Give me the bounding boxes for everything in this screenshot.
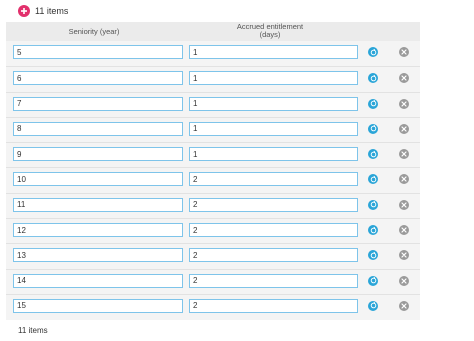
entitlement-days-input[interactable]	[189, 147, 358, 162]
edit-icon[interactable]	[368, 300, 378, 311]
table-row	[6, 142, 420, 167]
delete-icon[interactable]	[399, 123, 409, 134]
table-row	[6, 91, 420, 117]
entitlement-days-input[interactable]	[189, 298, 358, 313]
edit-glyph-icon	[370, 150, 376, 157]
item-count-bottom: 11 items	[18, 326, 48, 335]
close-glyph-icon	[401, 202, 407, 208]
edit-glyph-icon	[370, 74, 376, 82]
page: 11 items Seniority (year) Accrued entitl…	[0, 0, 474, 341]
close-glyph-icon	[401, 303, 407, 309]
edit-glyph-icon	[370, 201, 376, 208]
seniority-input[interactable]	[13, 121, 183, 136]
column-header-entitlement-sublabel: (days)	[259, 30, 281, 39]
entitlement-days-input[interactable]	[189, 248, 358, 263]
delete-icon[interactable]	[399, 199, 409, 210]
table-row	[6, 41, 420, 66]
table-row	[6, 268, 420, 294]
seniority-input[interactable]	[13, 223, 183, 238]
edit-icon[interactable]	[368, 123, 378, 134]
close-glyph-icon	[401, 100, 407, 107]
edit-icon[interactable]	[368, 47, 378, 57]
seniority-input[interactable]	[13, 172, 183, 187]
table-row	[6, 116, 420, 142]
item-count-top: 11 items	[35, 6, 69, 16]
column-header-seniority: Seniority (year)	[68, 27, 120, 36]
seniority-input[interactable]	[13, 273, 183, 288]
edit-glyph-icon	[370, 100, 376, 107]
toolbar: 11 items	[6, 0, 420, 22]
edit-glyph-icon	[370, 251, 376, 259]
edit-glyph-icon	[370, 277, 376, 284]
entitlement-days-input[interactable]	[189, 172, 358, 187]
edit-glyph-icon	[370, 302, 376, 309]
seniority-input[interactable]	[13, 96, 183, 111]
delete-icon[interactable]	[399, 250, 409, 261]
entitlement-days-input[interactable]	[189, 223, 358, 238]
close-glyph-icon	[401, 151, 407, 157]
close-glyph-icon	[401, 176, 407, 183]
entitlement-days-input[interactable]	[189, 71, 358, 86]
entitlement-days-input[interactable]	[189, 121, 358, 136]
close-glyph-icon	[401, 278, 407, 284]
delete-icon[interactable]	[399, 47, 409, 57]
delete-icon[interactable]	[399, 73, 409, 84]
seniority-input[interactable]	[13, 45, 183, 59]
close-glyph-icon	[401, 126, 407, 132]
edit-icon[interactable]	[368, 275, 378, 286]
close-glyph-icon	[401, 49, 407, 55]
delete-icon[interactable]	[399, 174, 409, 185]
column-header-entitlement: Accrued entitlement (days)	[188, 23, 352, 39]
edit-glyph-icon	[370, 175, 376, 183]
table-row	[6, 66, 420, 91]
edit-icon[interactable]	[368, 225, 378, 236]
table-row	[6, 243, 420, 268]
edit-icon[interactable]	[368, 250, 378, 261]
entitlement-days-input[interactable]	[189, 273, 358, 288]
table-row	[6, 192, 420, 218]
edit-icon[interactable]	[368, 174, 378, 185]
delete-icon[interactable]	[399, 98, 409, 109]
table-row	[6, 218, 420, 243]
edit-icon[interactable]	[368, 199, 378, 210]
table-body	[6, 41, 420, 319]
edit-glyph-icon	[370, 226, 376, 233]
entitlement-panel: 11 items Seniority (year) Accrued entitl…	[6, 0, 420, 341]
edit-icon[interactable]	[368, 73, 378, 84]
seniority-input[interactable]	[13, 248, 183, 263]
edit-glyph-icon	[370, 125, 376, 132]
close-glyph-icon	[401, 252, 407, 258]
seniority-input[interactable]	[13, 71, 183, 86]
close-glyph-icon	[401, 227, 407, 233]
close-glyph-icon	[401, 75, 407, 81]
seniority-input[interactable]	[13, 197, 183, 212]
seniority-input[interactable]	[13, 298, 183, 313]
entitlement-days-input[interactable]	[189, 197, 358, 212]
delete-icon[interactable]	[399, 275, 409, 286]
add-item-button[interactable]	[18, 5, 30, 17]
delete-icon[interactable]	[399, 149, 409, 160]
table-header: Seniority (year) Accrued entitlement (da…	[6, 22, 420, 41]
side-gutter	[420, 0, 474, 341]
edit-icon[interactable]	[368, 149, 378, 160]
footer: 11 items	[6, 320, 420, 341]
seniority-input[interactable]	[13, 147, 183, 162]
delete-icon[interactable]	[399, 300, 409, 311]
table-row	[6, 293, 420, 319]
delete-icon[interactable]	[399, 225, 409, 236]
edit-icon[interactable]	[368, 98, 378, 109]
entitlement-days-input[interactable]	[189, 96, 358, 111]
plus-icon	[21, 8, 27, 14]
entitlement-days-input[interactable]	[189, 45, 358, 59]
table-row	[6, 167, 420, 192]
edit-glyph-icon	[370, 48, 376, 55]
